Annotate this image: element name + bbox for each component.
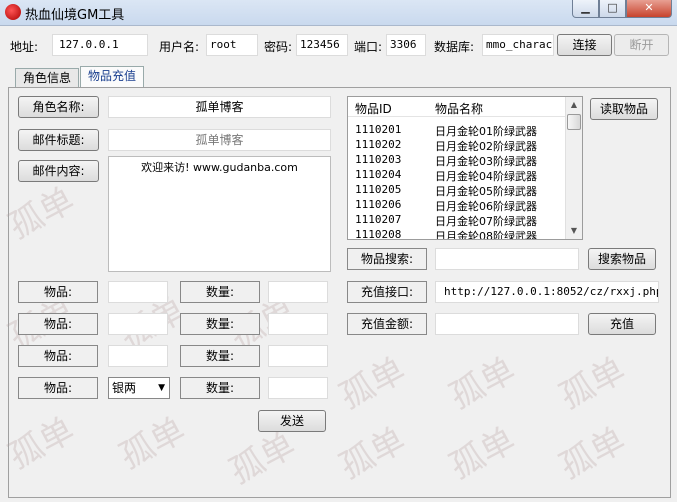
app-icon xyxy=(5,4,21,20)
column-header-item-name[interactable]: 物品名称 xyxy=(435,100,483,117)
list-item[interactable]: 1110202 日月金轮02阶绿武器 xyxy=(348,138,566,153)
list-item[interactable]: 1110208 日月金轮08阶绿武器 xyxy=(348,228,566,240)
item-id: 1110205 xyxy=(355,183,402,196)
tab-item-recharge[interactable]: 物品充值 xyxy=(80,66,144,88)
chevron-down-icon: ▼ xyxy=(158,383,165,393)
quantity-label-3: 数量: xyxy=(180,345,260,367)
item-label-3: 物品: xyxy=(18,345,98,367)
item-label-4: 物品: xyxy=(18,377,98,399)
item-search-field[interactable] xyxy=(435,248,579,270)
item-id: 1110208 xyxy=(355,228,402,240)
item-id: 1110203 xyxy=(355,153,402,166)
item-list-header: 物品ID 物品名称 xyxy=(348,97,566,117)
quantity-field-1[interactable] xyxy=(268,281,328,303)
connect-button[interactable]: 连接 xyxy=(557,34,612,56)
user-label: 用户名: xyxy=(159,40,200,54)
recharge-api-field[interactable]: http://127.0.0.1:8052/cz/rxxj.php xyxy=(435,281,659,303)
database-label: 数据库: xyxy=(434,40,475,54)
item-search-label: 物品搜索: xyxy=(347,248,427,270)
close-button[interactable]: ✕ xyxy=(626,0,672,18)
port-field[interactable]: 3306 xyxy=(386,34,426,56)
quantity-label-4: 数量: xyxy=(180,377,260,399)
item-name: 日月金轮07阶绿武器 xyxy=(435,215,537,228)
quantity-label-1: 数量: xyxy=(180,281,260,303)
item-name: 日月金轮01阶绿武器 xyxy=(435,125,537,138)
item-id: 1110207 xyxy=(355,213,402,226)
item-list[interactable]: 物品ID 物品名称 1110201 日月金轮01阶绿武器 1110202 日月金… xyxy=(347,96,583,240)
list-item[interactable]: 1110205 日月金轮05阶绿武器 xyxy=(348,183,566,198)
recharge-button[interactable]: 充值 xyxy=(588,313,656,335)
password-label: 密码: xyxy=(264,40,293,54)
title-bar: 热血仙境GM工具 ▁ □ ✕ xyxy=(0,0,677,26)
quantity-field-4[interactable] xyxy=(268,377,328,399)
item-name: 日月金轮05阶绿武器 xyxy=(435,185,537,198)
currency-select-value: 银两 xyxy=(112,381,137,395)
list-item[interactable]: 1110206 日月金轮06阶绿武器 xyxy=(348,198,566,213)
disconnect-button[interactable]: 断开 xyxy=(614,34,669,56)
recharge-amount-field[interactable] xyxy=(435,313,579,335)
scrollbar-thumb[interactable] xyxy=(567,114,581,130)
user-field[interactable]: root xyxy=(206,34,258,56)
list-item[interactable]: 1110207 日月金轮07阶绿武器 xyxy=(348,213,566,228)
address-field[interactable]: 127.0.0.1 xyxy=(52,34,148,56)
item-field-2[interactable] xyxy=(108,313,168,335)
role-name-button[interactable]: 角色名称: xyxy=(18,96,99,118)
quantity-field-3[interactable] xyxy=(268,345,328,367)
minimize-button[interactable]: ▁ xyxy=(572,0,599,18)
role-name-field[interactable]: 孤单博客 xyxy=(108,96,331,118)
quantity-label-2: 数量: xyxy=(180,313,260,335)
address-label: 地址: xyxy=(10,40,39,54)
mail-content-button[interactable]: 邮件内容: xyxy=(18,160,99,182)
item-name: 日月金轮02阶绿武器 xyxy=(435,140,537,153)
item-label-2: 物品: xyxy=(18,313,98,335)
column-header-item-id[interactable]: 物品ID xyxy=(355,100,392,117)
tab-role-info[interactable]: 角色信息 xyxy=(15,68,79,88)
scroll-up-icon[interactable]: ▲ xyxy=(566,97,582,113)
list-item[interactable]: 1110204 日月金轮04阶绿武器 xyxy=(348,168,566,183)
list-item[interactable]: 1110201 日月金轮01阶绿武器 xyxy=(348,123,566,138)
recharge-amount-label: 充值金额: xyxy=(347,313,427,335)
quantity-field-2[interactable] xyxy=(268,313,328,335)
item-name: 日月金轮03阶绿武器 xyxy=(435,155,537,168)
item-list-scrollbar[interactable]: ▲ ▼ xyxy=(565,97,582,239)
list-item[interactable]: 1110203 日月金轮03阶绿武器 xyxy=(348,153,566,168)
database-field[interactable]: mmo_charact xyxy=(482,34,554,56)
window-title: 热血仙境GM工具 xyxy=(25,8,125,23)
password-field[interactable]: 123456 xyxy=(296,34,348,56)
search-items-button[interactable]: 搜索物品 xyxy=(588,248,656,270)
scroll-down-icon[interactable]: ▼ xyxy=(566,223,582,239)
send-button[interactable]: 发送 xyxy=(258,410,326,432)
maximize-button[interactable]: □ xyxy=(599,0,626,18)
item-id: 1110206 xyxy=(355,198,402,211)
mail-title-field[interactable]: 孤单博客 xyxy=(108,129,331,151)
port-label: 端口: xyxy=(354,40,383,54)
item-id: 1110201 xyxy=(355,123,402,136)
item-name: 日月金轮08阶绿武器 xyxy=(435,230,537,240)
item-field-1[interactable] xyxy=(108,281,168,303)
item-id: 1110204 xyxy=(355,168,402,181)
window-client: 孤单 孤单 孤单 孤单 孤单 孤单 孤单 孤单 孤单 孤单 孤单 孤单 孤单 孤… xyxy=(2,26,675,500)
item-name: 日月金轮06阶绿武器 xyxy=(435,200,537,213)
mail-content-textarea[interactable]: 欢迎来访! www.gudanba.com xyxy=(108,156,331,272)
mail-title-button[interactable]: 邮件标题: xyxy=(18,129,99,151)
item-name: 日月金轮04阶绿武器 xyxy=(435,170,537,183)
item-label-1: 物品: xyxy=(18,281,98,303)
recharge-api-label: 充值接口: xyxy=(347,281,427,303)
item-field-3[interactable] xyxy=(108,345,168,367)
item-id: 1110202 xyxy=(355,138,402,151)
currency-select[interactable]: 银两 ▼ xyxy=(108,377,170,399)
read-items-button[interactable]: 读取物品 xyxy=(590,98,658,120)
